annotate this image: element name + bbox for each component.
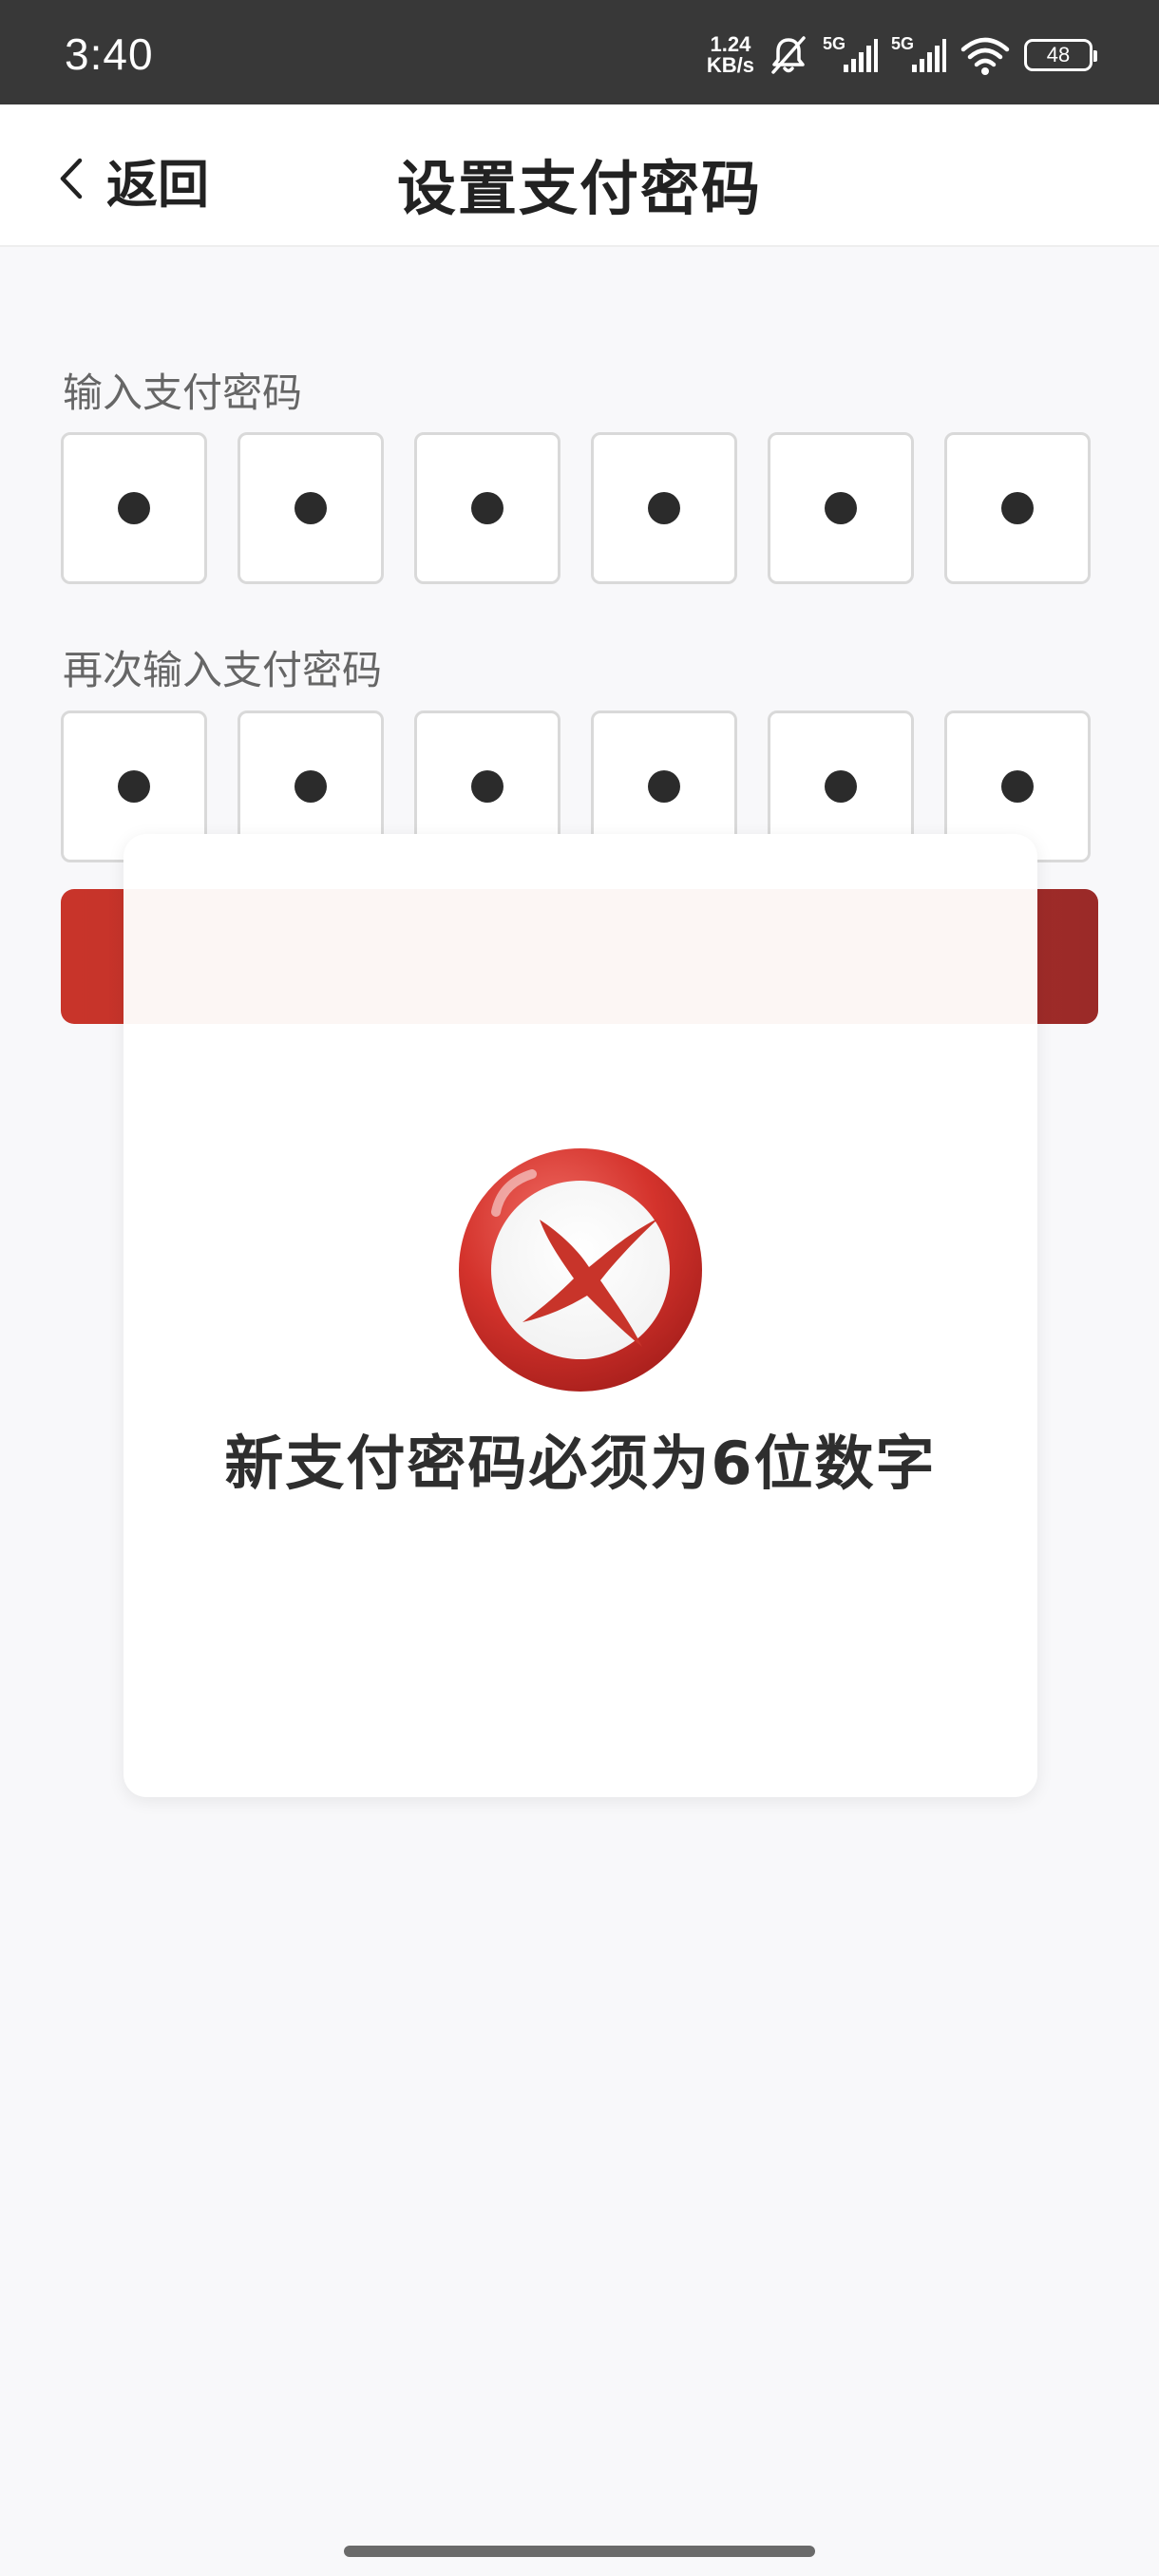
- masked-digit-dot: [648, 770, 680, 803]
- password-label: 输入支付密码: [63, 369, 303, 416]
- masked-digit-dot: [825, 492, 857, 524]
- password-digit-box[interactable]: [591, 432, 737, 584]
- network-speed: 1.24 KB/s: [707, 34, 754, 76]
- network-speed-value: 1.24: [710, 32, 751, 56]
- signal1-label: 5G: [823, 34, 846, 53]
- status-icons: 1.24 KB/s 5G 5G 48: [707, 28, 1097, 82]
- password-input[interactable]: [61, 432, 1091, 584]
- masked-digit-dot: [471, 492, 504, 524]
- status-time: 3:40: [65, 29, 154, 79]
- masked-digit-dot: [648, 492, 680, 524]
- app-header: 返回 设置支付密码: [0, 104, 1159, 247]
- dialog-tint-band: [124, 889, 1037, 1024]
- password-digit-box[interactable]: [768, 432, 914, 584]
- error-x-icon: [456, 1146, 705, 1394]
- confirm-password-label: 再次输入支付密码: [63, 647, 383, 693]
- signal2-label: 5G: [891, 34, 914, 53]
- network-speed-unit: KB/s: [706, 53, 754, 77]
- masked-digit-dot: [471, 770, 504, 803]
- masked-digit-dot: [1001, 770, 1034, 803]
- password-digit-box[interactable]: [238, 432, 384, 584]
- password-digit-box[interactable]: [61, 432, 207, 584]
- signal-5g-icon-2: 5G: [891, 34, 946, 76]
- error-dialog: 新支付密码必须为6位数字: [124, 834, 1037, 1797]
- home-indicator: [344, 2546, 815, 2557]
- masked-digit-dot: [294, 492, 327, 524]
- masked-digit-dot: [1001, 492, 1034, 524]
- status-bar: 3:40 1.24 KB/s 5G 5G 48: [0, 0, 1159, 104]
- battery-indicator: 48: [1024, 39, 1097, 71]
- bell-muted-icon: [768, 34, 809, 76]
- masked-digit-dot: [294, 770, 327, 803]
- page-title: 设置支付密码: [396, 154, 762, 223]
- wifi-icon: [960, 34, 1011, 76]
- password-digit-box[interactable]: [414, 432, 560, 584]
- dialog-message: 新支付密码必须为6位数字: [224, 1429, 937, 1498]
- masked-digit-dot: [118, 492, 150, 524]
- signal-5g-icon: 5G: [823, 34, 878, 76]
- masked-digit-dot: [825, 770, 857, 803]
- password-digit-box[interactable]: [944, 432, 1091, 584]
- masked-digit-dot: [118, 770, 150, 803]
